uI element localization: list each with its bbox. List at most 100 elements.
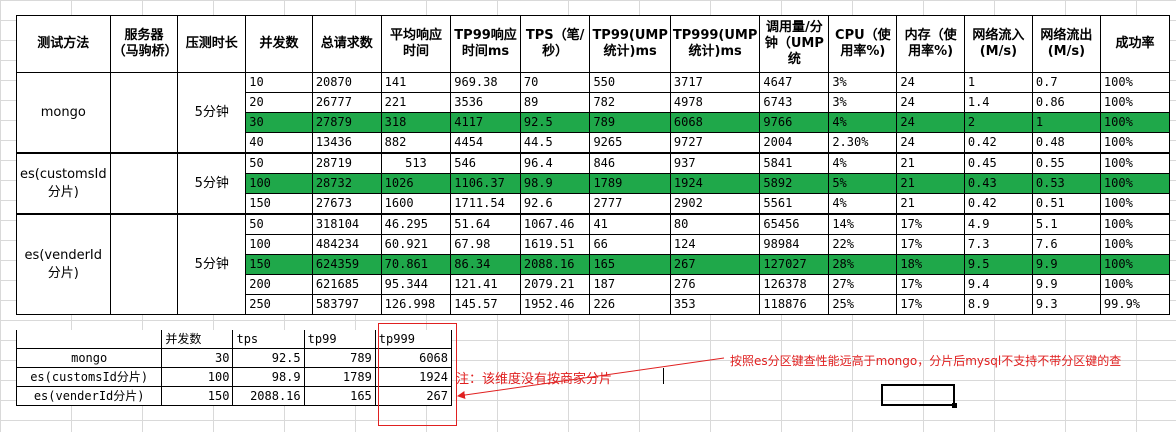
table-cell[interactable]: 100% [1099, 274, 1171, 295]
table-cell[interactable]: 100% [1099, 213, 1171, 235]
server-cell[interactable] [109, 213, 179, 315]
column-header[interactable]: CPU（使用率%) [828, 15, 898, 73]
table-cell[interactable]: 782 [589, 92, 671, 113]
table-cell[interactable]: 40 [245, 132, 313, 154]
table-cell[interactable]: 0.7 [1031, 72, 1101, 93]
table-cell[interactable]: 5561 [759, 193, 830, 215]
table-cell[interactable]: 6068 [669, 112, 761, 133]
table-cell[interactable]: 2902 [669, 193, 761, 215]
table-cell[interactable]: 2079.21 [519, 274, 591, 295]
column-header[interactable]: 内存（使用率%) [896, 15, 965, 73]
column-header[interactable]: 调用量/分钟（UMP统 [759, 15, 830, 73]
table-cell[interactable]: 86.34 [450, 254, 521, 275]
table-cell[interactable]: 513 [380, 152, 452, 174]
column-header[interactable]: 总请求数 [311, 15, 382, 73]
table-cell[interactable]: 221 [380, 92, 452, 113]
table-cell[interactable]: 9.9 [1031, 254, 1101, 275]
column-header[interactable]: 压测时长 [177, 15, 247, 73]
table-cell[interactable]: 1 [963, 72, 1033, 93]
duration-cell[interactable]: 5分钟 [177, 152, 247, 215]
table-cell[interactable]: 150 [245, 254, 313, 275]
table-cell[interactable]: 100% [1099, 72, 1171, 93]
table-cell[interactable]: 226 [589, 294, 671, 315]
table-cell[interactable]: 7.3 [963, 234, 1033, 255]
column-header[interactable]: 网络流出(M/s) [1031, 15, 1101, 73]
table-cell[interactable]: 9.9 [1031, 274, 1101, 295]
summary-value-cell[interactable]: 2088.16 [232, 386, 305, 406]
table-cell[interactable]: 3536 [450, 92, 521, 113]
summary-header-cell[interactable]: tp99 [303, 330, 376, 349]
table-cell[interactable]: 25% [828, 294, 898, 315]
table-cell[interactable]: 0.53 [1031, 173, 1101, 194]
table-cell[interactable]: 100% [1099, 152, 1171, 174]
table-cell[interactable]: 21 [896, 152, 965, 174]
summary-header-cell[interactable]: tps [232, 330, 305, 349]
table-cell[interactable]: 20870 [311, 72, 382, 93]
table-cell[interactable]: 6743 [759, 92, 830, 113]
table-cell[interactable]: 9.4 [963, 274, 1033, 295]
table-cell[interactable]: 100% [1099, 234, 1171, 255]
table-cell[interactable]: 5841 [759, 152, 830, 174]
summary-value-cell[interactable]: 30 [161, 348, 234, 368]
table-cell[interactable]: 2777 [589, 193, 671, 215]
table-cell[interactable]: 22% [828, 234, 898, 255]
table-cell[interactable]: 118876 [759, 294, 830, 315]
duration-cell[interactable]: 5分钟 [177, 213, 247, 315]
table-cell[interactable]: 2004 [759, 132, 830, 154]
table-cell[interactable]: 789 [589, 112, 671, 133]
table-cell[interactable]: 2088.16 [519, 254, 591, 275]
table-cell[interactable]: 353 [669, 294, 761, 315]
table-cell[interactable]: 1711.54 [450, 193, 521, 215]
table-cell[interactable]: 5% [828, 173, 898, 194]
table-cell[interactable]: 0.48 [1031, 132, 1101, 154]
column-header[interactable]: TP999(UMP统计)ms [669, 15, 761, 73]
summary-value-cell[interactable]: 789 [303, 348, 376, 368]
summary-label-cell[interactable]: es(customsId分片) [15, 367, 163, 387]
table-cell[interactable]: 92.6 [519, 193, 591, 215]
table-cell[interactable]: 100% [1099, 193, 1171, 215]
table-cell[interactable]: 17% [896, 234, 965, 255]
table-cell[interactable]: 17% [896, 294, 965, 315]
table-cell[interactable]: 1924 [669, 173, 761, 194]
table-cell[interactable]: 5.1 [1031, 213, 1101, 235]
table-cell[interactable]: 318104 [311, 213, 382, 235]
table-cell[interactable]: 583797 [311, 294, 382, 315]
table-cell[interactable]: 26777 [311, 92, 382, 113]
table-cell[interactable]: 621685 [311, 274, 382, 295]
column-header[interactable]: 并发数 [245, 15, 313, 73]
summary-label-cell[interactable]: es(venderId分片) [15, 386, 163, 406]
table-cell[interactable]: 50 [245, 213, 313, 235]
table-cell[interactable]: 27673 [311, 193, 382, 215]
column-header[interactable]: 成功率 [1099, 15, 1171, 73]
table-cell[interactable]: 24 [896, 92, 965, 113]
summary-value-cell[interactable]: 165 [303, 386, 376, 406]
table-cell[interactable]: 100% [1099, 92, 1171, 113]
table-cell[interactable]: 28732 [311, 173, 382, 194]
table-cell[interactable]: 51.64 [450, 213, 521, 235]
table-cell[interactable]: 1067.46 [519, 213, 591, 235]
column-header[interactable]: 网络流入(M/s) [963, 15, 1033, 73]
table-cell[interactable]: 100 [245, 173, 313, 194]
column-header[interactable]: TP99响应时间ms [450, 15, 521, 73]
table-cell[interactable]: 100% [1099, 173, 1171, 194]
table-cell[interactable]: 550 [589, 72, 671, 93]
table-cell[interactable]: 21 [896, 193, 965, 215]
table-cell[interactable]: 882 [380, 132, 452, 154]
table-cell[interactable]: 0.51 [1031, 193, 1101, 215]
table-cell[interactable]: 624359 [311, 254, 382, 275]
table-cell[interactable]: 126378 [759, 274, 830, 295]
table-cell[interactable]: 9727 [669, 132, 761, 154]
method-cell[interactable]: es(venderId分片) [16, 213, 111, 315]
summary-value-cell[interactable]: 1789 [303, 367, 376, 387]
table-cell[interactable]: 24 [896, 132, 965, 154]
summary-header-cell[interactable]: 并发数 [161, 330, 234, 349]
column-header[interactable]: TP99(UMP统计)ms [589, 15, 671, 73]
table-cell[interactable]: 0.43 [963, 173, 1033, 194]
table-cell[interactable]: 0.45 [963, 152, 1033, 174]
table-cell[interactable]: 1789 [589, 173, 671, 194]
table-cell[interactable]: 0.42 [963, 132, 1033, 154]
summary-value-cell[interactable]: 100 [161, 367, 234, 387]
table-cell[interactable]: 276 [669, 274, 761, 295]
table-cell[interactable]: 41 [589, 213, 671, 235]
table-cell[interactable]: 187 [589, 274, 671, 295]
